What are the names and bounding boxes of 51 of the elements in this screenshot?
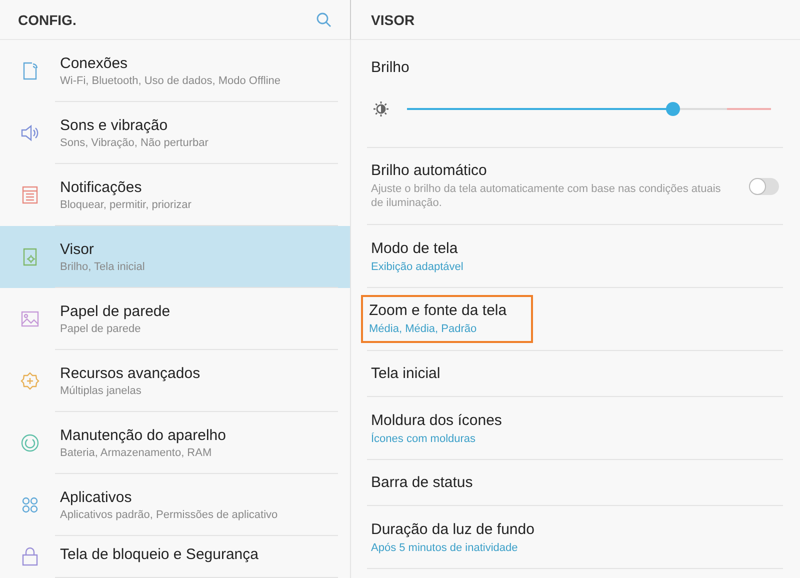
- sidebar-item[interactable]: Conexões Wi-Fi, Bluetooth, Uso de dados, Modo Offline: [0, 40, 350, 102]
- item-subtitle: Brilho, Tela inicial: [60, 261, 145, 273]
- item-subtitle: Bateria, Armazenamento, RAM: [60, 447, 213, 459]
- item-title: Papel de parede: [60, 303, 170, 320]
- setting-row[interactable]: Tela inicial: [365, 359, 446, 388]
- sidebar-item[interactable]: Sons e vibração Sons, Vibração, Não perturbar: [0, 102, 350, 164]
- setting-row[interactable]: Brilho automático Ajuste o brilho da tela automaticamente com base nas condições atuais de iluminação.: [367, 148, 783, 225]
- item-title: Conexões: [60, 55, 129, 72]
- item-title: Tela de bloqueio e Segurança: [60, 546, 258, 563]
- setting-value: Exibição adaptável: [371, 260, 464, 272]
- setting-title: Modo de tela: [371, 240, 459, 256]
- setting-title: Duração da luz de fundo: [371, 520, 534, 538]
- item-title: Aplicativos: [60, 489, 133, 506]
- setting-value: Ícones com molduras: [371, 432, 477, 444]
- item-title: Manutenção do aparelho: [60, 427, 226, 444]
- item-subtitle: Múltiplas janelas: [60, 385, 142, 397]
- item-title: Notificações: [60, 179, 143, 196]
- sidebar-item[interactable]: Aplicativos Aplicativos padrão, Permissões de aplicativo: [0, 474, 350, 536]
- sidebar-item[interactable]: Tela de bloqueio e Segurança: [0, 536, 350, 578]
- panel-title: VISOR: [371, 12, 415, 28]
- setting-title: Barra de status: [371, 474, 473, 491]
- brightness-icon: [373, 101, 389, 117]
- sidebar-item[interactable]: Visor Brilho, Tela inicial: [0, 226, 350, 288]
- sidebar-item[interactable]: Recursos avançados Múltiplas janelas: [0, 350, 350, 412]
- item-title: Visor: [60, 241, 95, 258]
- setting-description: Ajuste o brilho da tela automaticamente com base nas condições atuais de iluminação.: [371, 182, 722, 210]
- setting-title: Tela inicial: [371, 365, 440, 382]
- setting-row[interactable]: Modo de tela Exibição adaptável: [365, 234, 470, 278]
- setting-title: Zoom e fonte da tela: [369, 302, 507, 319]
- toggle-switch[interactable]: [749, 178, 779, 194]
- setting-title: Brilho automático: [371, 162, 488, 179]
- setting-value: Média, Média, Padrão: [369, 323, 478, 335]
- sidebar-item[interactable]: Manutenção do aparelho Bateria, Armazenamento, RAM: [0, 412, 350, 474]
- setting-title: Brilho: [371, 59, 410, 76]
- sidebar-title: CONFIG.: [18, 12, 76, 28]
- sidebar-item[interactable]: Papel de parede Papel de parede: [0, 288, 350, 350]
- item-subtitle: Bloquear, permitir, priorizar: [60, 199, 192, 211]
- item-title: Sons e vibração: [60, 117, 169, 134]
- setting-title: Moldura dos ícones: [371, 412, 502, 428]
- item-title: Recursos avançados: [60, 365, 200, 382]
- item-subtitle: Sons, Vibração, Não perturbar: [60, 137, 208, 149]
- setting-row[interactable]: Barra de status: [365, 468, 479, 497]
- setting-row[interactable]: Moldura dos ícones Ícones com molduras: [365, 406, 508, 450]
- setting-row[interactable]: Zoom e fonte da tela Média, Média, Padrão: [361, 295, 533, 343]
- item-subtitle: Wi-Fi, Bluetooth, Uso de dados, Modo Offline: [60, 75, 281, 87]
- item-subtitle: Aplicativos padrão, Permissões de aplicativo: [60, 509, 278, 521]
- setting-row[interactable]: Duração da luz de fundo Após 5 minutos de inatividade: [365, 514, 540, 560]
- search-icon[interactable]: [316, 12, 332, 28]
- item-subtitle: Papel de parede: [60, 323, 142, 335]
- setting-value: Após 5 minutos de inatividade: [371, 542, 519, 554]
- sidebar-item[interactable]: Notificações Bloquear, permitir, priorizar: [0, 164, 350, 226]
